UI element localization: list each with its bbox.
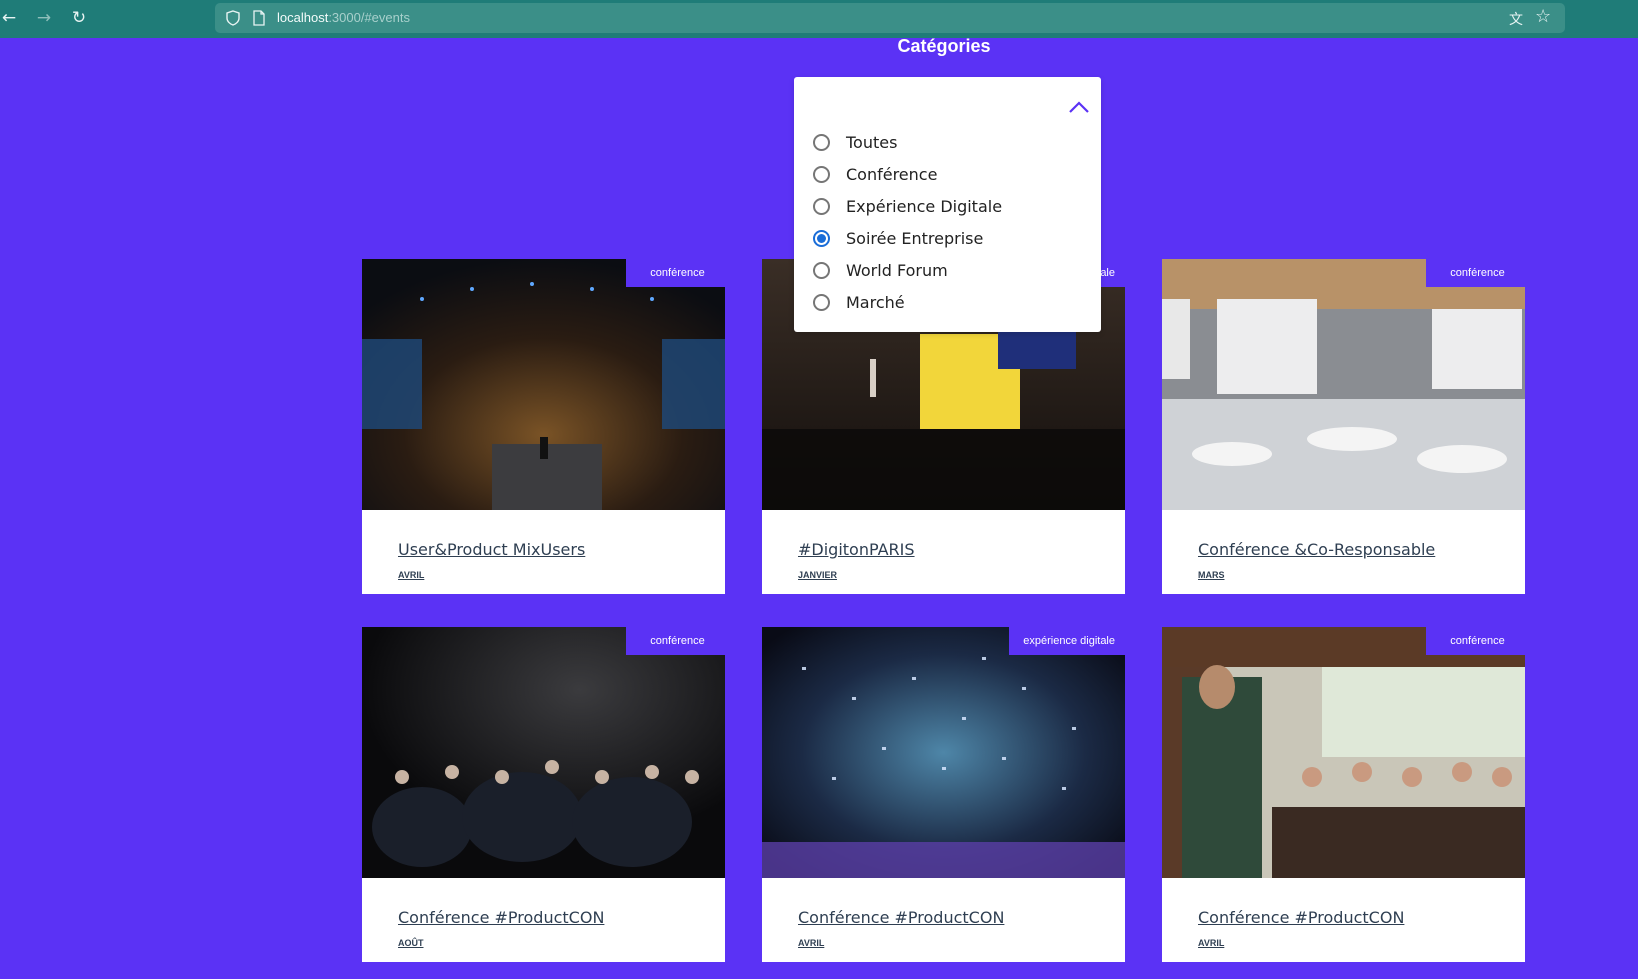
event-title-link[interactable]: #DigitonPARIS xyxy=(798,540,915,559)
radio-button[interactable] xyxy=(813,293,830,311)
option-label: Conférence xyxy=(846,164,938,184)
category-option[interactable]: Marché xyxy=(813,289,905,315)
category-badge: conférence xyxy=(1426,627,1525,655)
radio-button[interactable] xyxy=(813,261,830,279)
category-option[interactable]: Expérience Digitale xyxy=(813,193,1002,219)
radio-button[interactable] xyxy=(813,197,830,215)
browser-toolbar: ← → ↻ localhost:3000/#events 文 ☆ xyxy=(0,0,1638,38)
category-option[interactable]: Conférence xyxy=(813,161,937,187)
category-badge: conférence xyxy=(1426,259,1525,287)
option-label: Soirée Entreprise xyxy=(846,228,984,248)
event-month: AVRIL xyxy=(1198,938,1225,948)
event-card[interactable]: conférence Conférence &Co-Responsable MA… xyxy=(1162,259,1525,594)
address-bar[interactable]: localhost:3000/#events 文 ☆ xyxy=(215,3,1565,33)
section-title: Catégories xyxy=(897,36,991,56)
event-image[interactable] xyxy=(1162,259,1525,510)
event-image[interactable] xyxy=(362,627,725,878)
translate-icon[interactable]: 文 xyxy=(1509,9,1527,28)
category-badge: conférence xyxy=(626,627,725,655)
event-month: JANVIER xyxy=(798,570,838,580)
event-title-link[interactable]: Conférence #ProductCON xyxy=(398,908,604,927)
option-label: Toutes xyxy=(846,132,898,152)
radio-button[interactable] xyxy=(813,165,830,183)
chevron-up-icon[interactable] xyxy=(1067,99,1091,115)
event-month: AOÛT xyxy=(398,938,424,948)
event-image[interactable] xyxy=(1162,627,1525,878)
back-icon[interactable]: ← xyxy=(0,7,20,29)
category-badge: conférence xyxy=(626,259,725,287)
event-month: AVRIL xyxy=(798,938,825,948)
option-label: Expérience Digitale xyxy=(846,196,1003,216)
event-card[interactable]: conférence Conférence #ProductCON AVRIL xyxy=(1162,627,1525,962)
event-image[interactable] xyxy=(362,259,725,510)
event-title-link[interactable]: Conférence #ProductCON xyxy=(1198,908,1404,927)
option-label: Marché xyxy=(846,292,905,312)
category-option[interactable]: Soirée Entreprise xyxy=(813,225,983,251)
event-title-link[interactable]: User&Product MixUsers xyxy=(398,540,585,559)
url-text[interactable]: localhost:3000/#events xyxy=(277,10,410,25)
radio-button[interactable] xyxy=(813,133,830,151)
event-month: MARS xyxy=(1198,570,1225,580)
star-icon[interactable]: ☆ xyxy=(1535,7,1555,27)
event-title-link[interactable]: Conférence #ProductCON xyxy=(798,908,1004,927)
category-option[interactable]: World Forum xyxy=(813,257,948,283)
shield-icon[interactable] xyxy=(225,10,241,26)
category-badge: expérience digitale xyxy=(1009,627,1125,655)
url-host: localhost xyxy=(277,10,329,25)
category-option[interactable]: Toutes xyxy=(813,129,897,155)
event-month: AVRIL xyxy=(398,570,425,580)
category-dropdown[interactable]: Toutes Conférence Expérience Digitale So… xyxy=(794,77,1101,332)
event-card[interactable]: expérience digitale Conférence #ProductC… xyxy=(762,627,1125,962)
radio-button-checked[interactable] xyxy=(813,229,830,247)
event-card[interactable]: conférence User&Product MixUsers AVRIL xyxy=(362,259,725,594)
url-path: :3000/#events xyxy=(328,10,410,25)
reload-icon[interactable]: ↻ xyxy=(68,7,90,29)
page-icon[interactable] xyxy=(252,10,266,26)
event-card[interactable]: conférence Conférence #ProductCON AOÛT xyxy=(362,627,725,962)
forward-icon[interactable]: → xyxy=(33,7,55,29)
option-label: World Forum xyxy=(846,260,948,280)
event-title-link[interactable]: Conférence &Co-Responsable xyxy=(1198,540,1435,559)
event-image[interactable] xyxy=(762,627,1125,878)
